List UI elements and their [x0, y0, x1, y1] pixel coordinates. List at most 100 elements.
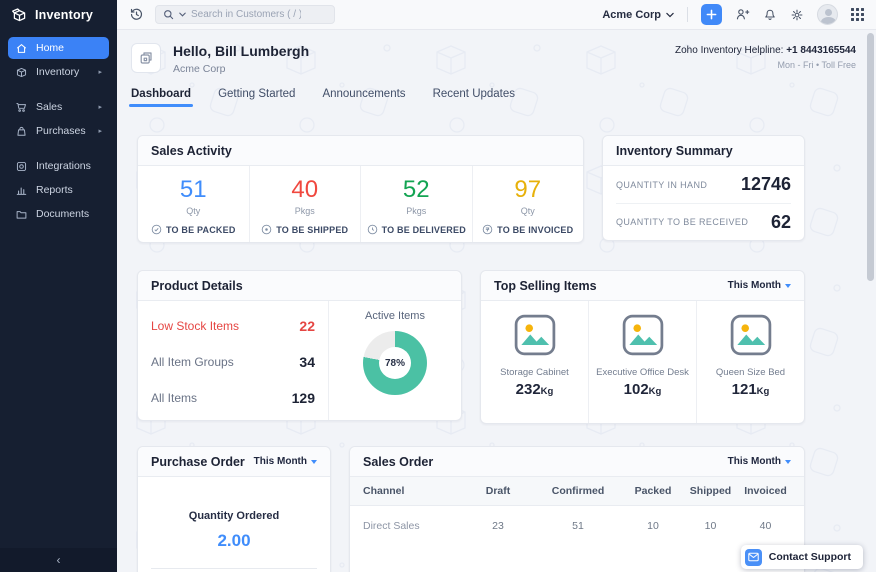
- refer-user-icon[interactable]: [735, 7, 750, 22]
- bar-chart-icon: [15, 184, 28, 197]
- stat-to-be-delivered[interactable]: 52 Pkgs TO BE DELIVERED: [360, 166, 472, 242]
- user-avatar[interactable]: [817, 4, 838, 25]
- item-name: Storage Cabinet: [500, 367, 569, 378]
- stat-to-be-invoiced[interactable]: 97 Qty TO BE INVOICED: [472, 166, 584, 242]
- sidebar-item-label: Home: [36, 42, 64, 54]
- card-title: Purchase Order: [151, 455, 245, 469]
- sidebar-item-purchases[interactable]: Purchases ▸: [8, 120, 109, 142]
- item-value: 102: [624, 381, 649, 398]
- apps-grid-icon[interactable]: [851, 8, 864, 21]
- top-selling-items-card: Top Selling Items This Month Storage Cab…: [480, 270, 805, 424]
- chevron-right-icon: ▸: [98, 68, 102, 76]
- tab-getting-started[interactable]: Getting Started: [218, 88, 295, 107]
- dashboard-tabs: Dashboard Getting Started Announcements …: [117, 88, 876, 107]
- folder-icon: [15, 208, 28, 221]
- period-selector[interactable]: This Month: [728, 456, 791, 467]
- settings-gear-icon[interactable]: [790, 8, 804, 22]
- item-image-placeholder-icon: [514, 314, 556, 356]
- cell-channel: Direct Sales: [363, 520, 463, 532]
- table-row[interactable]: Direct Sales 23 51 10 10 40: [350, 506, 804, 546]
- top-item-3[interactable]: Queen Size Bed 121Kg: [696, 301, 804, 423]
- org-selector[interactable]: Acme Corp: [602, 9, 674, 21]
- helpline-number: +1 8443165544: [786, 45, 856, 56]
- top-item-2[interactable]: Executive Office Desk 102Kg: [588, 301, 696, 423]
- stat-unit: Qty: [521, 206, 535, 216]
- contact-support-button[interactable]: Contact Support: [741, 545, 863, 569]
- all-item-groups-row[interactable]: All Item Groups 34: [151, 344, 315, 380]
- cell-draft: 23: [463, 520, 533, 532]
- check-circle-icon: [151, 224, 162, 235]
- chevron-down-icon: [785, 460, 791, 464]
- sidebar: Inventory Home Inventory ▸ Sales ▸ Purch…: [0, 0, 117, 572]
- quick-create-button[interactable]: [701, 4, 722, 25]
- purchase-order-card: Purchase Order This Month Quantity Order…: [137, 446, 331, 572]
- sidebar-item-sales[interactable]: Sales ▸: [8, 96, 109, 118]
- item-unit: Kg: [649, 386, 662, 397]
- quantity-ordered-value: 2.00: [138, 531, 330, 551]
- stat-to-be-packed[interactable]: 51 Qty TO BE PACKED: [138, 166, 249, 242]
- chevron-right-icon: ▸: [98, 103, 102, 111]
- item-unit: Kg: [757, 386, 770, 397]
- item-name: Executive Office Desk: [596, 367, 689, 378]
- all-items-row[interactable]: All Items 129: [151, 380, 315, 416]
- chevron-right-icon: ▸: [98, 127, 102, 135]
- chevron-down-icon: [666, 12, 674, 18]
- inventory-logo-icon: [11, 7, 28, 24]
- org-package-icon: [131, 43, 161, 73]
- sidebar-item-reports[interactable]: Reports: [8, 179, 109, 201]
- stat-label: TO BE INVOICED: [497, 225, 573, 235]
- card-title: Top Selling Items: [494, 279, 597, 293]
- helpline: Zoho Inventory Helpline: +1 8443165544: [675, 45, 856, 56]
- notifications-bell-icon[interactable]: [763, 8, 777, 22]
- envelope-icon: [745, 549, 762, 566]
- app-logo[interactable]: Inventory: [0, 0, 117, 30]
- org-subtitle: Acme Corp: [173, 63, 309, 75]
- top-item-1[interactable]: Storage Cabinet 232Kg: [481, 301, 588, 423]
- row-label: All Item Groups: [151, 355, 234, 369]
- sidebar-item-label: Documents: [36, 208, 89, 220]
- item-value: 121: [732, 381, 757, 398]
- item-unit: Kg: [541, 386, 554, 397]
- search-input[interactable]: [191, 9, 301, 20]
- inventory-summary-card: Inventory Summary QUANTITY IN HAND 12746…: [602, 135, 805, 241]
- stat-label: TO BE PACKED: [166, 225, 236, 235]
- search-scope-chevron-icon[interactable]: [179, 12, 186, 17]
- stat-value: 97: [514, 176, 541, 204]
- sidebar-item-inventory[interactable]: Inventory ▸: [8, 61, 109, 83]
- sidebar-item-label: Inventory: [36, 66, 79, 78]
- product-details-card: Product Details Low Stock Items 22 All I…: [137, 270, 462, 421]
- stat-to-be-shipped[interactable]: 40 Pkgs TO BE SHIPPED: [249, 166, 361, 242]
- cell-packed: 10: [623, 520, 683, 532]
- sidebar-collapse-button[interactable]: ‹: [0, 548, 117, 572]
- cart-icon: [15, 101, 28, 114]
- app-title: Inventory: [35, 8, 93, 22]
- tab-recent-updates[interactable]: Recent Updates: [433, 88, 515, 107]
- sidebar-item-documents[interactable]: Documents: [8, 203, 109, 225]
- cell-confirmed: 51: [533, 520, 623, 532]
- column-header: Shipped: [683, 485, 738, 497]
- period-selector[interactable]: This Month: [728, 280, 791, 291]
- clock-circle-icon: [367, 224, 378, 235]
- global-search[interactable]: [155, 5, 335, 24]
- column-header: Draft: [463, 485, 533, 497]
- page-greeting: Hello, Bill Lumbergh: [173, 43, 309, 59]
- card-title: Sales Order: [363, 455, 433, 469]
- recent-activity-icon[interactable]: [129, 7, 144, 22]
- item-image-placeholder-icon: [622, 314, 664, 356]
- sidebar-item-home[interactable]: Home: [8, 37, 109, 59]
- row-label: QUANTITY IN HAND: [616, 180, 707, 190]
- low-stock-items-row[interactable]: Low Stock Items 22: [151, 308, 315, 344]
- sidebar-item-integrations[interactable]: Integrations: [8, 155, 109, 177]
- integrations-icon: [15, 160, 28, 173]
- stat-unit: Qty: [186, 206, 200, 216]
- cell-shipped: 10: [683, 520, 738, 532]
- chevron-left-icon: ‹: [57, 553, 61, 567]
- divider: [151, 568, 317, 569]
- tab-dashboard[interactable]: Dashboard: [131, 88, 191, 107]
- column-header: Channel: [363, 485, 463, 497]
- donut-label: Active Items: [365, 310, 425, 322]
- tab-announcements[interactable]: Announcements: [322, 88, 405, 107]
- row-value: 12746: [741, 174, 791, 195]
- vertical-scrollbar[interactable]: [867, 33, 874, 281]
- period-selector[interactable]: This Month: [254, 456, 317, 467]
